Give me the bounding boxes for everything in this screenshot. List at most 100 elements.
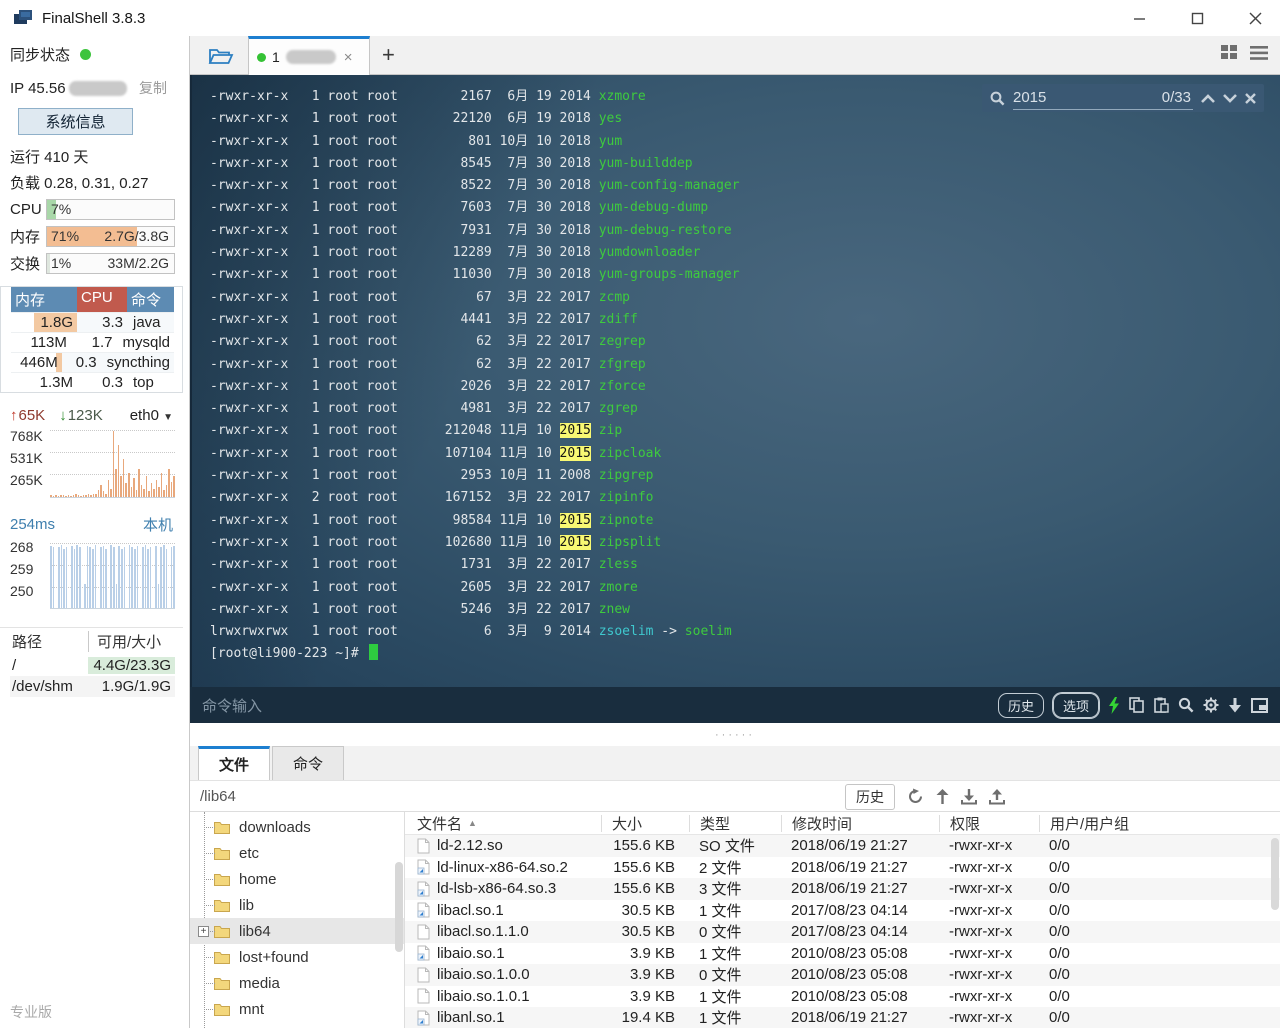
tree-item-label: home (239, 871, 277, 888)
lightning-icon[interactable] (1108, 697, 1120, 714)
file-table[interactable]: 文件名▲ 大小 类型 修改时间 权限 用户/用户组 ld-2.12.so155.… (405, 812, 1280, 1028)
tree-item-downloads[interactable]: downloads (190, 814, 404, 840)
col-size[interactable]: 大小 (601, 815, 689, 832)
file-perms: -rwxr-xr-x (939, 966, 1039, 983)
process-table-header[interactable]: 内存 CPU 命令 (11, 287, 174, 312)
tree-item-etc[interactable]: etc (190, 840, 404, 866)
file-icon (417, 924, 430, 940)
table-scrollbar[interactable] (1271, 838, 1279, 910)
new-tab-button[interactable]: + (382, 42, 395, 68)
menu-icon[interactable] (1250, 46, 1268, 60)
disk-col-avail[interactable]: 可用/大小 (88, 631, 175, 652)
grid-view-icon[interactable] (1221, 45, 1238, 60)
options-button[interactable]: 选项 (1053, 693, 1099, 718)
tree-item-lib64[interactable]: +lib64 (190, 918, 404, 944)
tree-item-mnt[interactable]: mnt (190, 996, 404, 1022)
file-row[interactable]: libaio.so.13.9 KB1 文件2010/08/23 05:08-rw… (405, 943, 1280, 965)
ping-host-label[interactable]: 本机 (143, 514, 173, 535)
file-browser: downloadsetc home lib+lib64lost+foundmedia… (190, 812, 1280, 1028)
chart-bar (61, 545, 63, 608)
tree-item-lib[interactable]: lib (190, 892, 404, 918)
file-row[interactable]: ld-lsb-x86-64.so.3155.6 KB3 文件2018/06/19… (405, 878, 1280, 900)
open-connection-folder-icon[interactable] (206, 44, 236, 68)
interface-selector[interactable]: eth0 ▼ (130, 407, 173, 424)
file-owner: 0/0 (1039, 880, 1280, 897)
refresh-icon[interactable] (907, 788, 924, 805)
file-row[interactable]: libaio.so.1.0.03.9 KB0 文件2010/08/23 05:0… (405, 964, 1280, 986)
search-close-icon[interactable] (1245, 93, 1256, 104)
file-row[interactable]: libanl.so.119.4 KB1 文件2018/06/19 21:27-r… (405, 1007, 1280, 1028)
monitor-icon[interactable] (1251, 698, 1268, 713)
process-row[interactable]: 1.8G3.3java (11, 312, 174, 332)
path-history-button[interactable]: 历史 (845, 784, 895, 810)
history-button[interactable]: 历史 (998, 693, 1044, 718)
tree-item-partial[interactable] (190, 1022, 404, 1028)
chart-bar (71, 546, 73, 608)
panel-splitter[interactable]: ······ (190, 723, 1280, 746)
process-col-command[interactable]: 命令 (127, 287, 174, 312)
terminal-cursor[interactable] (369, 644, 378, 660)
sort-asc-icon: ▲ (468, 818, 477, 828)
terminal-output[interactable]: -rwxr-xr-x 1 root root 2167 6月 19 2014 x… (192, 75, 1280, 666)
minimize-button[interactable] (1132, 11, 1146, 25)
network-chart: 768K 531K 265K (0, 428, 183, 498)
maximize-button[interactable] (1190, 11, 1204, 25)
memory-detail: 2.7G/3.8G (104, 228, 169, 244)
col-filename[interactable]: 文件名▲ (405, 815, 601, 832)
col-type[interactable]: 类型 (689, 815, 781, 832)
search-prev-icon[interactable] (1201, 94, 1215, 103)
process-col-memory[interactable]: 内存 (11, 287, 77, 312)
process-col-cpu[interactable]: CPU (77, 287, 127, 312)
terminal[interactable]: -rwxr-xr-x 1 root root 2167 6月 19 2014 x… (190, 75, 1280, 687)
terminal-line: -rwxr-xr-x 1 root root 2026 3月 22 2017 z… (210, 376, 1280, 398)
copy-icon[interactable] (1129, 697, 1145, 713)
gear-icon[interactable] (1203, 697, 1219, 713)
folder-icon (214, 925, 230, 938)
directory-tree[interactable]: downloadsetc home lib+lib64lost+foundmedia… (190, 812, 405, 1028)
col-owner[interactable]: 用户/用户组 (1039, 815, 1280, 832)
tab-files[interactable]: 文件 (198, 746, 270, 780)
tab-close-icon[interactable]: × (344, 49, 353, 66)
scroll-down-icon[interactable] (1228, 697, 1242, 713)
chart-bar (83, 495, 85, 497)
disk-table-header[interactable]: 路径 可用/大小 (10, 628, 175, 655)
copy-ip-button[interactable]: 复制 (139, 78, 167, 98)
parent-directory-icon[interactable] (936, 789, 949, 805)
file-name: ld-2.12.so (437, 837, 503, 854)
process-row[interactable]: 113M1.7mysqld (11, 332, 174, 352)
current-path[interactable]: /lib64 (200, 788, 236, 805)
col-mtime[interactable]: 修改时间 (781, 815, 939, 832)
file-row[interactable]: ld-linux-x86-64.so.2155.6 KB2 文件2018/06/… (405, 857, 1280, 879)
file-row[interactable]: ld-2.12.so155.6 KBSO 文件2018/06/19 21:27-… (405, 835, 1280, 857)
process-row[interactable]: 1.3M0.3top (11, 372, 174, 392)
download-icon[interactable] (961, 789, 977, 805)
terminal-prompt: [root@li900-223 ~]# (210, 643, 1280, 665)
search-next-icon[interactable] (1223, 94, 1237, 103)
system-info-button[interactable]: 系统信息 (18, 108, 133, 135)
tree-item-media[interactable]: media (190, 970, 404, 996)
file-row[interactable]: libacl.so.1.1.030.5 KB0 文件2017/08/23 04:… (405, 921, 1280, 943)
ping-chart: 268 259 250 (0, 539, 183, 609)
terminal-tab[interactable]: 1 × (248, 36, 370, 75)
file-row[interactable]: libaio.so.1.0.13.9 KB1 文件2010/08/23 05:0… (405, 986, 1280, 1008)
upload-icon[interactable] (989, 789, 1005, 805)
tab-commands[interactable]: 命令 (272, 746, 344, 780)
chart-bar (110, 545, 112, 608)
tree-scrollbar[interactable] (395, 862, 403, 952)
disk-col-path[interactable]: 路径 (10, 631, 88, 652)
col-perms[interactable]: 权限 (939, 815, 1039, 832)
tree-item-lost+found[interactable]: lost+found (190, 944, 404, 970)
close-button[interactable] (1248, 11, 1262, 25)
search-input[interactable]: 2015 0/33 (1013, 86, 1193, 110)
search-query[interactable]: 2015 (1013, 89, 1162, 106)
file-row[interactable]: libacl.so.130.5 KB1 文件2017/08/23 04:14-r… (405, 900, 1280, 922)
chart-bar (103, 546, 105, 608)
paste-icon[interactable] (1154, 697, 1169, 713)
terminal-search-icon[interactable] (1178, 697, 1194, 713)
process-row[interactable]: 446M0.3syncthing (11, 352, 174, 372)
expand-icon[interactable]: + (198, 926, 209, 937)
command-input[interactable]: 命令输入 (202, 695, 989, 716)
chart-bar (128, 473, 130, 497)
tree-item-home[interactable]: home (190, 866, 404, 892)
terminal-line: lrwxrwxrwx 1 root root 6 3月 9 2014 zsoel… (210, 621, 1280, 643)
